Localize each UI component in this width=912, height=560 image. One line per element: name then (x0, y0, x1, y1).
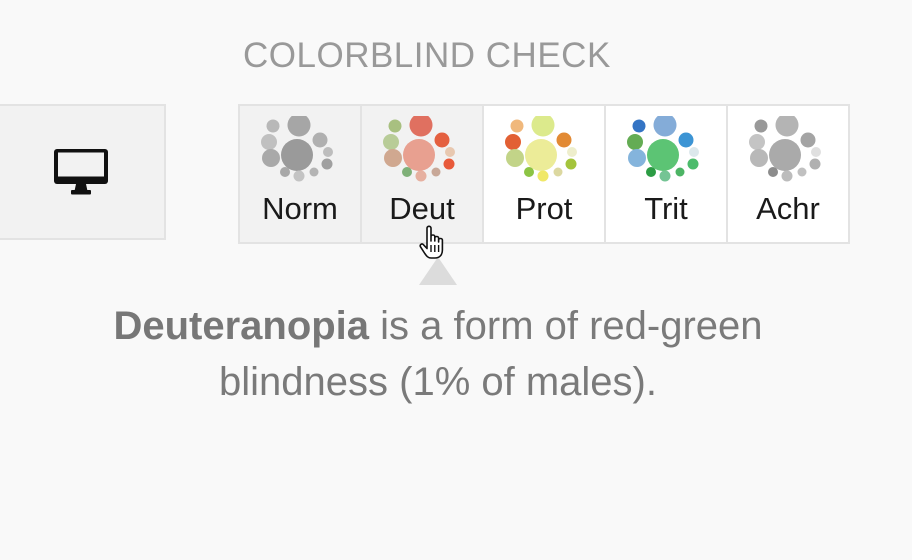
dot-top2 (653, 116, 677, 137)
tab-label: Prot (515, 191, 573, 226)
dot-bottom2 (415, 170, 427, 182)
dot-big (769, 139, 801, 171)
dot-bottom3 (309, 167, 319, 177)
dot-top2 (409, 116, 433, 137)
dot-big (525, 139, 557, 171)
dot-right1 (556, 132, 572, 148)
dot-left2 (750, 149, 768, 167)
dot-right2 (445, 147, 455, 157)
dot-top1 (754, 119, 768, 133)
dot-big (281, 139, 313, 171)
color-dots-icon (505, 116, 577, 182)
dot-left1 (627, 134, 643, 150)
dot-left2 (506, 149, 524, 167)
dot-bottom1 (524, 167, 534, 177)
dot-bottom1 (280, 167, 290, 177)
dot-top1 (388, 119, 402, 133)
dot-top1 (632, 119, 646, 133)
section-title: COLORBLIND CHECK (243, 36, 611, 75)
dot-small1 (321, 158, 333, 170)
desktop-preview-button[interactable] (0, 104, 166, 240)
dot-left1 (261, 134, 277, 150)
dot-right1 (434, 132, 450, 148)
tab-norm[interactable]: Norm (240, 106, 362, 242)
dot-right1 (678, 132, 694, 148)
dot-big (647, 139, 679, 171)
dot-small1 (565, 158, 577, 170)
dot-top2 (775, 116, 799, 137)
dot-right1 (312, 132, 328, 148)
dot-right2 (689, 147, 699, 157)
dot-small1 (809, 158, 821, 170)
dot-left2 (384, 149, 402, 167)
dot-left1 (383, 134, 399, 150)
dot-right2 (323, 147, 333, 157)
dot-small1 (443, 158, 455, 170)
tab-trit[interactable]: Trit (606, 106, 728, 242)
color-dots-icon (749, 116, 821, 182)
description-term: Deuteranopia (113, 304, 370, 348)
tab-label: Deut (389, 191, 455, 226)
color-dots-icon (383, 116, 455, 182)
dot-bottom2 (293, 170, 305, 182)
dot-top1 (266, 119, 280, 133)
tab-label: Trit (644, 191, 688, 226)
dot-big (403, 139, 435, 171)
dot-right2 (811, 147, 821, 157)
vision-mode-tabs: Norm Deut Prot Trit Achr (238, 104, 850, 244)
dot-left2 (628, 149, 646, 167)
dot-bottom3 (797, 167, 807, 177)
dot-small1 (687, 158, 699, 170)
dot-bottom1 (402, 167, 412, 177)
colorblind-check-panel: COLORBLIND CHECK Norm Deut Prot Trit Achr De… (0, 0, 912, 560)
dot-bottom1 (768, 167, 778, 177)
dot-right1 (800, 132, 816, 148)
color-dots-icon (261, 116, 333, 182)
dot-left2 (262, 149, 280, 167)
dot-bottom2 (781, 170, 793, 182)
tab-prot[interactable]: Prot (484, 106, 606, 242)
dot-top2 (287, 116, 311, 137)
dot-bottom3 (553, 167, 563, 177)
dot-bottom2 (659, 170, 671, 182)
tab-achr[interactable]: Achr (728, 106, 848, 242)
dot-bottom3 (431, 167, 441, 177)
tab-label: Achr (756, 191, 820, 226)
dot-left1 (505, 134, 521, 150)
tab-deut[interactable]: Deut (362, 106, 484, 242)
dot-bottom3 (675, 167, 685, 177)
dot-top2 (531, 116, 555, 137)
dot-top1 (510, 119, 524, 133)
vision-mode-description: Deuteranopia is a form of red-green blin… (40, 298, 836, 410)
desktop-monitor-icon (54, 149, 108, 195)
dot-left1 (749, 134, 765, 150)
dot-bottom1 (646, 167, 656, 177)
dot-bottom2 (537, 170, 549, 182)
hand-pointer-icon (418, 224, 458, 269)
dot-right2 (567, 147, 577, 157)
color-dots-icon (627, 116, 699, 182)
tab-label: Norm (262, 191, 338, 226)
